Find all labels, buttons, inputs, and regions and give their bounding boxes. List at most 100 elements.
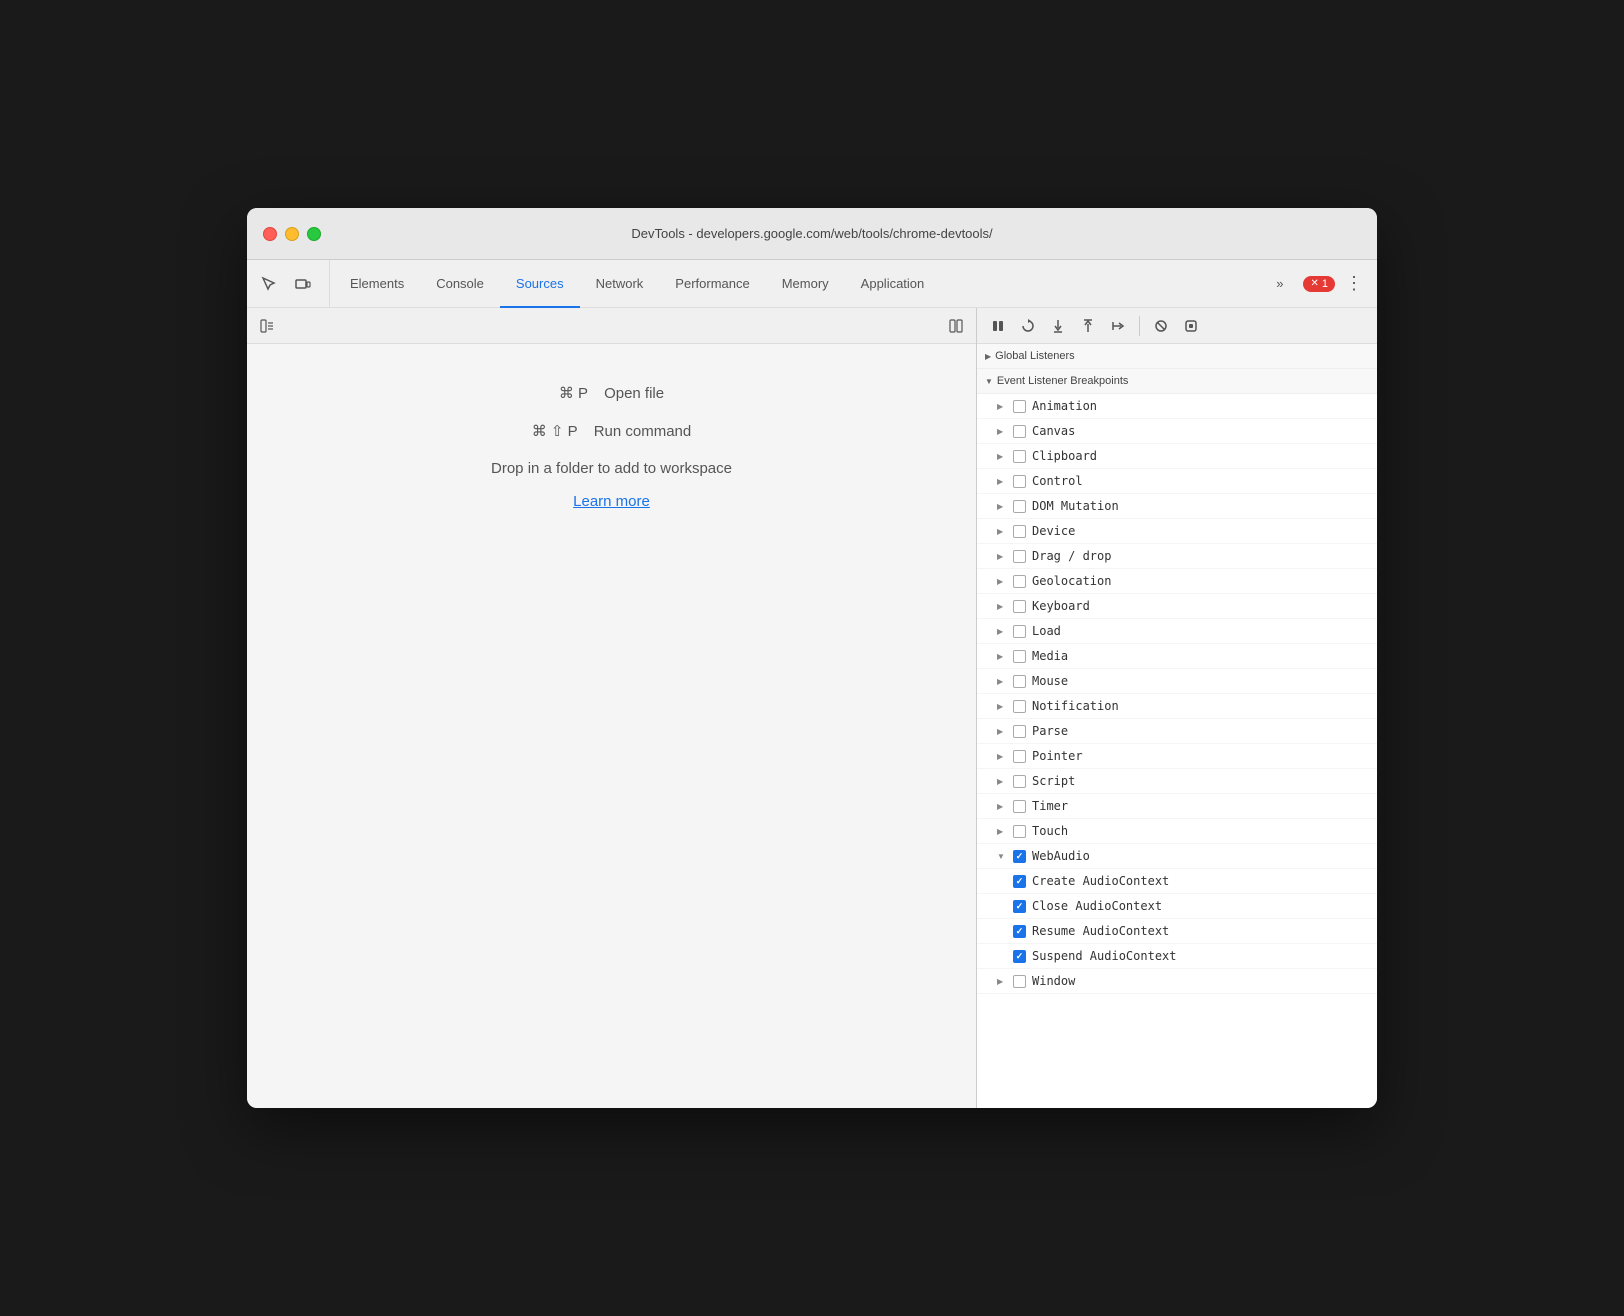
dom-mutation-checkbox[interactable] xyxy=(1013,500,1026,513)
maximize-button[interactable] xyxy=(307,227,321,241)
breakpoint-parse[interactable]: ▶ Parse xyxy=(977,719,1377,744)
tab-application[interactable]: Application xyxy=(845,260,941,308)
show-debugger-button[interactable] xyxy=(944,314,968,338)
pointer-arrow: ▶ xyxy=(997,752,1007,761)
device-toolbar-button[interactable] xyxy=(289,270,317,298)
debug-separator xyxy=(1139,316,1140,336)
pause-button[interactable] xyxy=(985,313,1011,339)
breakpoint-device[interactable]: ▶ Device xyxy=(977,519,1377,544)
touch-checkbox[interactable] xyxy=(1013,825,1026,838)
main-content: ⌘ P Open file ⌘ ⇧ P Run command Drop in … xyxy=(247,308,1377,1108)
clipboard-checkbox[interactable] xyxy=(1013,450,1026,463)
breakpoint-create-audio[interactable]: Create AudioContext xyxy=(977,869,1377,894)
webaudio-checkbox[interactable] xyxy=(1013,850,1026,863)
breakpoint-dom-mutation[interactable]: ▶ DOM Mutation xyxy=(977,494,1377,519)
breakpoint-window[interactable]: ▶ Window xyxy=(977,969,1377,994)
breakpoint-timer[interactable]: ▶ Timer xyxy=(977,794,1377,819)
error-badge[interactable]: ✕ 1 xyxy=(1303,276,1335,292)
animation-checkbox[interactable] xyxy=(1013,400,1026,413)
breakpoint-animation[interactable]: ▶ Animation xyxy=(977,394,1377,419)
breakpoint-suspend-audio[interactable]: Suspend AudioContext xyxy=(977,944,1377,969)
breakpoint-resume-audio[interactable]: Resume AudioContext xyxy=(977,919,1377,944)
toolbar-icons xyxy=(255,260,330,307)
inspect-element-button[interactable] xyxy=(255,270,283,298)
shortcut-open-file: ⌘ P Open file xyxy=(491,384,732,402)
script-arrow: ▶ xyxy=(997,777,1007,786)
resume-audio-checkbox[interactable] xyxy=(1013,925,1026,938)
more-tabs-button[interactable]: » xyxy=(1260,276,1299,293)
tab-performance[interactable]: Performance xyxy=(659,260,765,308)
tab-memory[interactable]: Memory xyxy=(766,260,845,308)
breakpoint-touch[interactable]: ▶ Touch xyxy=(977,819,1377,844)
resume-audio-label: Resume AudioContext xyxy=(1032,924,1169,938)
breakpoint-clipboard[interactable]: ▶ Clipboard xyxy=(977,444,1377,469)
tab-network[interactable]: Network xyxy=(580,260,660,308)
breakpoint-control[interactable]: ▶ Control xyxy=(977,469,1377,494)
global-listeners-header[interactable]: ▶ Global Listeners xyxy=(977,344,1377,369)
devtools-window: DevTools - developers.google.com/web/too… xyxy=(247,208,1377,1108)
media-checkbox[interactable] xyxy=(1013,650,1026,663)
notification-label: Notification xyxy=(1032,699,1119,713)
mouse-checkbox[interactable] xyxy=(1013,675,1026,688)
window-checkbox[interactable] xyxy=(1013,975,1026,988)
breakpoint-drag-drop[interactable]: ▶ Drag / drop xyxy=(977,544,1377,569)
drag-drop-label: Drag / drop xyxy=(1032,549,1111,563)
keyboard-checkbox[interactable] xyxy=(1013,600,1026,613)
step-over-button[interactable] xyxy=(1015,313,1041,339)
deactivate-breakpoints-button[interactable] xyxy=(1148,313,1174,339)
breakpoint-canvas[interactable]: ▶ Canvas xyxy=(977,419,1377,444)
canvas-checkbox[interactable] xyxy=(1013,425,1026,438)
parse-checkbox[interactable] xyxy=(1013,725,1026,738)
title-bar: DevTools - developers.google.com/web/too… xyxy=(247,208,1377,260)
notification-arrow: ▶ xyxy=(997,702,1007,711)
breakpoint-webaudio[interactable]: ▼ WebAudio xyxy=(977,844,1377,869)
window-label: Window xyxy=(1032,974,1075,988)
drag-drop-checkbox[interactable] xyxy=(1013,550,1026,563)
control-checkbox[interactable] xyxy=(1013,475,1026,488)
error-icon: ✕ xyxy=(1310,278,1318,289)
dom-mutation-label: DOM Mutation xyxy=(1032,499,1119,513)
device-checkbox[interactable] xyxy=(1013,525,1026,538)
breakpoint-geolocation[interactable]: ▶ Geolocation xyxy=(977,569,1377,594)
breakpoint-media[interactable]: ▶ Media xyxy=(977,644,1377,669)
learn-more-link[interactable]: Learn more xyxy=(573,493,650,510)
pointer-checkbox[interactable] xyxy=(1013,750,1026,763)
event-listener-breakpoints-header[interactable]: ▼ Event Listener Breakpoints xyxy=(977,369,1377,394)
breakpoint-close-audio[interactable]: Close AudioContext xyxy=(977,894,1377,919)
create-audio-checkbox[interactable] xyxy=(1013,875,1026,888)
tab-elements[interactable]: Elements xyxy=(334,260,420,308)
step-button[interactable] xyxy=(1105,313,1131,339)
show-navigator-button[interactable] xyxy=(255,314,279,338)
settings-button[interactable]: ⋮ xyxy=(1339,269,1369,298)
tab-sources[interactable]: Sources xyxy=(500,260,580,308)
suspend-audio-checkbox[interactable] xyxy=(1013,950,1026,963)
breakpoint-notification[interactable]: ▶ Notification xyxy=(977,694,1377,719)
dont-pause-on-exceptions-button[interactable] xyxy=(1178,313,1204,339)
keyboard-label: Keyboard xyxy=(1032,599,1090,613)
breakpoint-keyboard[interactable]: ▶ Keyboard xyxy=(977,594,1377,619)
control-arrow: ▶ xyxy=(997,477,1007,486)
sources-content: ⌘ P Open file ⌘ ⇧ P Run command Drop in … xyxy=(491,384,732,511)
tab-console[interactable]: Console xyxy=(420,260,500,308)
geolocation-checkbox[interactable] xyxy=(1013,575,1026,588)
notification-checkbox[interactable] xyxy=(1013,700,1026,713)
minimize-button[interactable] xyxy=(285,227,299,241)
timer-label: Timer xyxy=(1032,799,1068,813)
device-arrow: ▶ xyxy=(997,527,1007,536)
script-checkbox[interactable] xyxy=(1013,775,1026,788)
load-checkbox[interactable] xyxy=(1013,625,1026,638)
sources-main: ⌘ P Open file ⌘ ⇧ P Run command Drop in … xyxy=(247,344,976,1108)
tabs-bar-right: » ✕ 1 ⋮ xyxy=(1260,260,1377,307)
breakpoint-pointer[interactable]: ▶ Pointer xyxy=(977,744,1377,769)
load-arrow: ▶ xyxy=(997,627,1007,636)
close-button[interactable] xyxy=(263,227,277,241)
step-into-button[interactable] xyxy=(1045,313,1071,339)
breakpoint-script[interactable]: ▶ Script xyxy=(977,769,1377,794)
event-listener-arrow: ▼ xyxy=(985,377,993,386)
breakpoint-load[interactable]: ▶ Load xyxy=(977,619,1377,644)
timer-checkbox[interactable] xyxy=(1013,800,1026,813)
close-audio-checkbox[interactable] xyxy=(1013,900,1026,913)
left-panel: ⌘ P Open file ⌘ ⇧ P Run command Drop in … xyxy=(247,308,977,1108)
step-out-button[interactable] xyxy=(1075,313,1101,339)
breakpoint-mouse[interactable]: ▶ Mouse xyxy=(977,669,1377,694)
